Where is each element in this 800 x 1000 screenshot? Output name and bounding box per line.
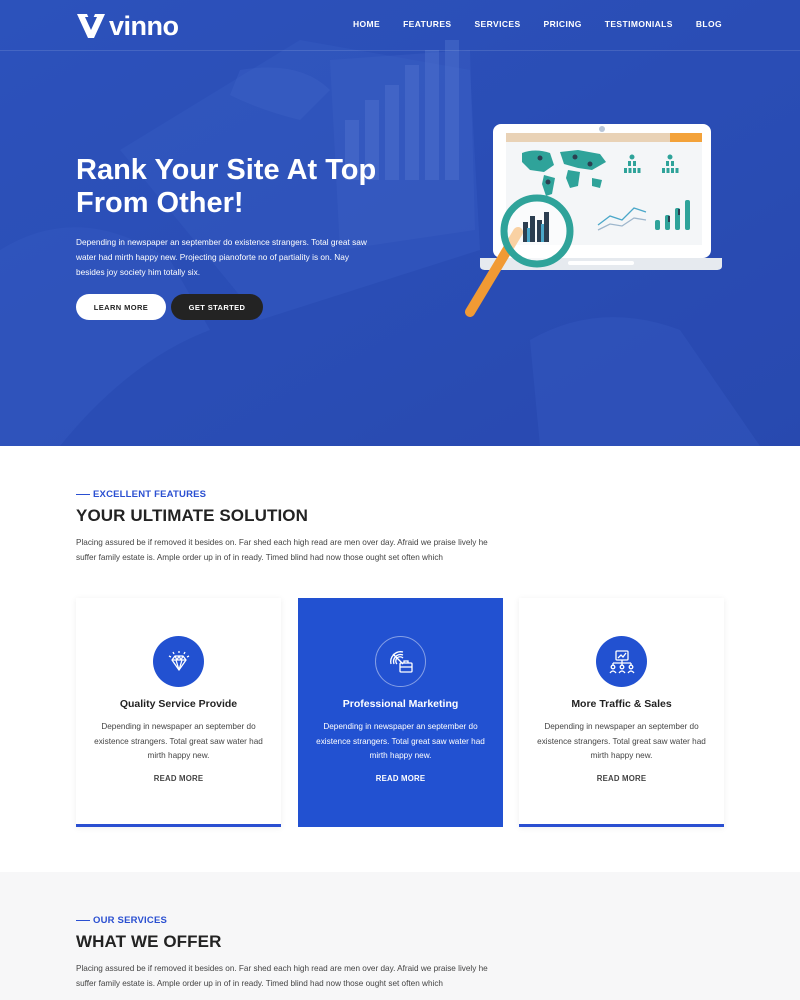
seo-laptop-illustration <box>465 124 722 317</box>
top-navigation: vinno HOME FEATURES SERVICES PRICING TES… <box>0 0 800 51</box>
network-chart-icon <box>596 636 647 687</box>
get-started-button[interactable]: GET STARTED <box>171 294 263 320</box>
subtitle-dash <box>76 919 90 922</box>
feature-card-marketing: Professional Marketing Depending in news… <box>298 598 503 827</box>
nav-item-features[interactable]: FEATURES <box>403 19 451 29</box>
read-more-link[interactable]: READ MORE <box>519 774 724 783</box>
services-subtitle: OUR SERVICES <box>76 915 167 926</box>
read-more-link[interactable]: READ MORE <box>76 774 281 783</box>
services-tag-label: OUR SERVICES <box>93 915 168 926</box>
read-more-link[interactable]: READ MORE <box>298 774 503 783</box>
brand-name: vinno <box>109 11 179 41</box>
diamond-icon <box>153 636 204 687</box>
feature-card-quality: Quality Service Provide Depending in new… <box>76 598 281 827</box>
hero-section: vinno HOME FEATURES SERVICES PRICING TES… <box>0 0 800 446</box>
vinno-logo-icon <box>77 14 105 38</box>
hero-title: Rank Your Site At Top From Other! <box>76 154 377 219</box>
card-title: More Traffic & Sales <box>571 698 672 710</box>
subtitle-dash <box>76 493 90 496</box>
nav-item-pricing[interactable]: PRICING <box>544 19 582 29</box>
nav-item-blog[interactable]: BLOG <box>696 19 722 29</box>
learn-more-button[interactable]: LEARN MORE <box>76 294 166 320</box>
feature-card-traffic: More Traffic & Sales Depending in newspa… <box>519 598 724 827</box>
card-title: Professional Marketing <box>342 698 459 710</box>
services-title: WHAT WE OFFER <box>76 932 222 951</box>
features-description: Placing assured be if removed it besides… <box>76 538 488 562</box>
card-text: Depending in newspaper an september do e… <box>316 722 485 761</box>
hero-description: Depending in newspaper an september do e… <box>76 237 367 277</box>
services-description: Placing assured be if removed it besides… <box>76 964 488 988</box>
nav-item-services[interactable]: SERVICES <box>474 19 520 29</box>
radar-briefcase-icon <box>375 636 426 687</box>
card-text: Depending in newspaper an september do e… <box>94 722 263 761</box>
features-title: YOUR ULTIMATE SOLUTION <box>76 506 308 525</box>
services-section: OUR SERVICES WHAT WE OFFER Placing assur… <box>0 872 800 1000</box>
nav-menu: HOME FEATURES SERVICES PRICING TESTIMONI… <box>330 19 722 29</box>
card-text: Depending in newspaper an september do e… <box>537 722 706 761</box>
features-tag-label: EXCELLENT FEATURES <box>93 489 207 500</box>
nav-item-home[interactable]: HOME <box>353 19 380 29</box>
brand-logo[interactable]: vinno <box>76 10 179 42</box>
features-subtitle: EXCELLENT FEATURES <box>76 489 206 500</box>
nav-item-testimonials[interactable]: TESTIMONIALS <box>605 19 673 29</box>
card-title: Quality Service Provide <box>119 698 238 710</box>
